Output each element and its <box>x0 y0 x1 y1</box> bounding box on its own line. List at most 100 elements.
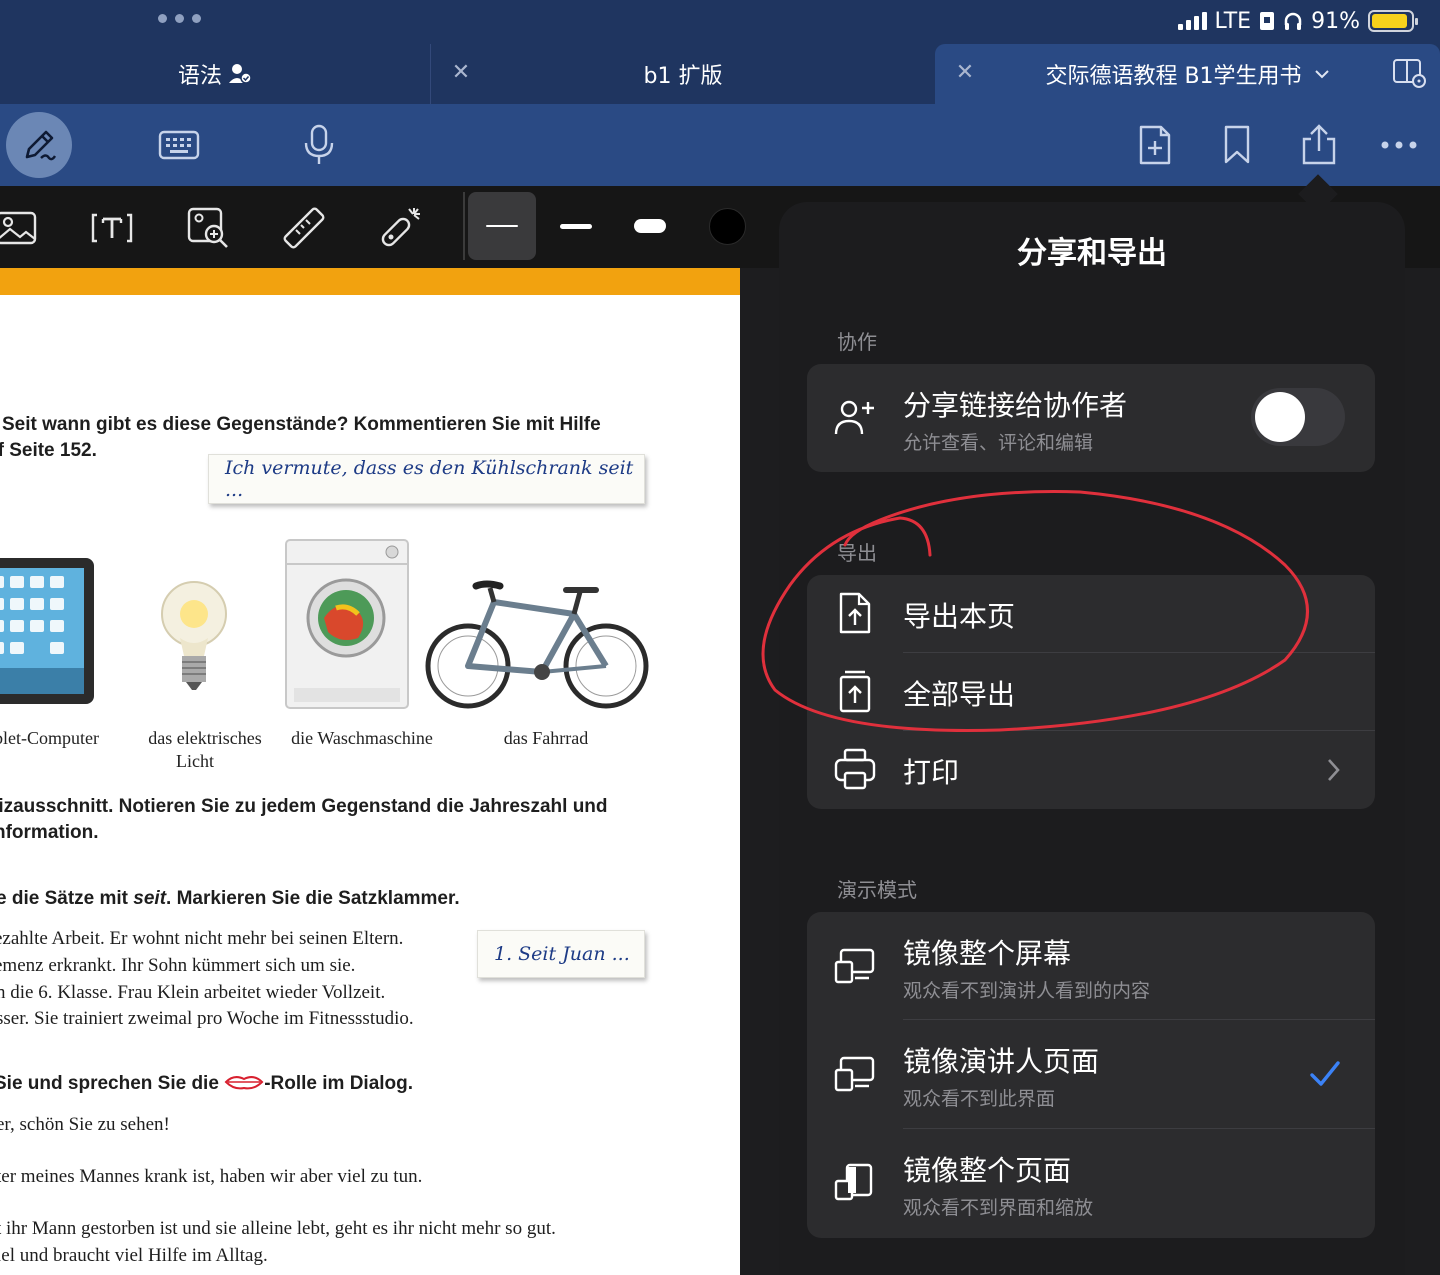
share-link-label: 分享链接给协作者 <box>903 389 1128 422</box>
present-option-label: 镜像整个页面 <box>903 1154 1072 1187</box>
insert-image-button[interactable] <box>0 204 40 252</box>
task-line: nformation. <box>0 822 99 843</box>
image-icon <box>0 211 37 245</box>
more-icon <box>1381 141 1417 149</box>
lips-icon <box>224 1076 264 1090</box>
image-search-button[interactable] <box>184 204 232 252</box>
pen-tool-icon <box>25 130 57 161</box>
mirror-screen-row[interactable]: 镜像整个屏幕 观众看不到演讲人看到的内容 <box>807 912 1375 1020</box>
toolbar-divider <box>463 192 465 260</box>
app-window: LTE 91% 语法 ✕ b1 扩版 ✕ 交际德语教程 B1学生用书 Seit … <box>0 0 1440 1275</box>
image-search-icon <box>187 207 228 248</box>
thin-line-icon <box>486 225 518 227</box>
microphone-button[interactable] <box>296 122 342 168</box>
bookmark-button[interactable] <box>1214 122 1260 168</box>
multitasking-dots[interactable] <box>158 14 201 23</box>
keyboard-button[interactable] <box>156 122 202 168</box>
task-text: e die Sätze mit <box>0 888 134 909</box>
dialog-line: iel und braucht viel Hilfe im Alltag. <box>0 1245 268 1266</box>
dialog-line: ter meines Mannes krank ist, haben wir a… <box>0 1166 423 1187</box>
image-caption: das elektrisches <box>148 728 262 748</box>
lock-rotation-icon <box>1260 12 1275 30</box>
tab-b1-extended[interactable]: ✕ b1 扩版 <box>430 44 935 104</box>
export-page-row[interactable]: 导出本页 <box>807 575 1375 653</box>
add-page-button[interactable] <box>1132 122 1178 168</box>
checkmark-icon <box>1310 1061 1340 1086</box>
share-link-row[interactable]: 分享链接给协作者 允许查看、评论和编辑 <box>807 364 1375 472</box>
speech-note: Ich vermute, dass es den Kühlschrank sei… <box>208 454 645 504</box>
task-line: tizausschnitt. Notieren Sie zu jedem Geg… <box>0 796 608 817</box>
tab-label: 交际德语教程 B1学生用书 <box>1045 64 1302 89</box>
tab-grammar[interactable]: 语法 <box>0 44 430 104</box>
battery-percent: 91% <box>1311 8 1360 34</box>
add-page-icon <box>1139 125 1171 165</box>
image-caption: Licht <box>176 751 214 771</box>
task-text: Sie und sprechen Sie die <box>0 1073 225 1094</box>
sentence-task: e die Sätze mit seit. Markieren Sie die … <box>0 888 460 910</box>
main-toolbar <box>0 104 1440 186</box>
question-line: Seit wann gibt es diese Gegenstände? Kom… <box>2 414 601 435</box>
mirror-page-row[interactable]: 镜像整个页面 观众看不到界面和缩放 <box>807 1129 1375 1238</box>
question-line: uf Seite 152. <box>0 440 97 461</box>
thickness-thin-option[interactable] <box>468 192 536 260</box>
status-bar: LTE 91% <box>1177 6 1418 36</box>
task-text: . Markieren Sie die Satzklammer. <box>166 888 460 909</box>
chevron-down-icon[interactable] <box>1314 68 1330 80</box>
image-caption: ablet-Computer <box>0 728 99 748</box>
ruler-button[interactable] <box>280 204 328 252</box>
close-tab-icon[interactable]: ✕ <box>953 61 977 85</box>
dialog-line: t ihr Mann gestorben ist und sie alleine… <box>0 1218 556 1239</box>
text-box-icon <box>91 213 133 243</box>
tab-label: 语法 <box>177 64 222 89</box>
laser-pointer-icon <box>381 208 420 247</box>
printer-icon <box>831 745 879 793</box>
task-keyword: seit <box>133 888 167 909</box>
add-person-icon <box>831 394 879 442</box>
headphones-icon <box>1284 12 1302 30</box>
mirror-presenter-icon <box>831 1050 879 1098</box>
share-button[interactable] <box>1296 122 1342 168</box>
sentence-line: sser. Sie trainiert zweimal pro Woche im… <box>0 1008 414 1029</box>
tablet-image <box>0 558 94 704</box>
share-export-popover: 分享和导出 协作 分享链接给协作者 允许查看、评论和编辑 导出 导出本页 全部导… <box>779 202 1405 1275</box>
present-option-label: 镜像演讲人页面 <box>903 1045 1100 1078</box>
section-header-export: 导出 <box>837 541 877 565</box>
pen-tool-button[interactable] <box>6 112 72 178</box>
export-page-label: 导出本页 <box>903 600 1016 633</box>
more-button[interactable] <box>1376 122 1422 168</box>
laser-pointer-button[interactable] <box>376 204 424 252</box>
tab-bar: LTE 91% 语法 ✕ b1 扩版 ✕ 交际德语教程 B1学生用书 <box>0 0 1440 104</box>
thickness-thick-option[interactable] <box>634 219 666 233</box>
export-card: 导出本页 全部导出 打印 <box>807 575 1375 809</box>
export-all-icon <box>831 667 879 715</box>
mirror-screen-icon <box>831 942 879 990</box>
close-tab-icon[interactable]: ✕ <box>449 61 473 85</box>
battery-level-fill <box>1372 14 1407 28</box>
share-icon <box>1302 124 1336 165</box>
share-link-toggle[interactable] <box>1251 388 1345 446</box>
page-header-band <box>0 268 740 295</box>
bookmark-icon <box>1224 125 1250 164</box>
microphone-icon <box>304 124 334 164</box>
thickness-medium-option[interactable] <box>560 224 592 229</box>
bicycle-image <box>425 580 649 709</box>
present-card: 镜像整个屏幕 观众看不到演讲人看到的内容 镜像演讲人页面 观众看不到此界面 镜像… <box>807 912 1375 1238</box>
mirror-presenter-page-row[interactable]: 镜像演讲人页面 观众看不到此界面 <box>807 1020 1375 1129</box>
tab-b1-student-book[interactable]: ✕ 交际德语教程 B1学生用书 <box>935 44 1440 104</box>
sentence-line: emenz erkrankt. Ihr Sohn kümmert sich um… <box>0 955 356 976</box>
image-caption: die Waschmaschine <box>291 728 433 748</box>
print-row[interactable]: 打印 <box>807 731 1375 809</box>
dialog-line: er, schön Sie zu sehen! <box>0 1114 170 1135</box>
popover-title: 分享和导出 <box>1017 236 1167 271</box>
section-header-collab: 协作 <box>837 330 877 354</box>
washing-machine-image <box>285 539 409 709</box>
text-box-button[interactable] <box>88 204 136 252</box>
color-black-swatch[interactable] <box>709 208 746 245</box>
split-view-icon[interactable] <box>1392 58 1426 88</box>
sentence-line: ezahlte Arbeit. Er wohnt nicht mehr bei … <box>0 928 404 949</box>
carrier-label: LTE <box>1214 8 1252 34</box>
ruler-icon <box>283 207 325 249</box>
document-page[interactable]: Seit wann gibt es diese Gegenstände? Kom… <box>0 268 740 1275</box>
export-page-icon <box>831 589 879 637</box>
export-all-row[interactable]: 全部导出 <box>807 653 1375 731</box>
